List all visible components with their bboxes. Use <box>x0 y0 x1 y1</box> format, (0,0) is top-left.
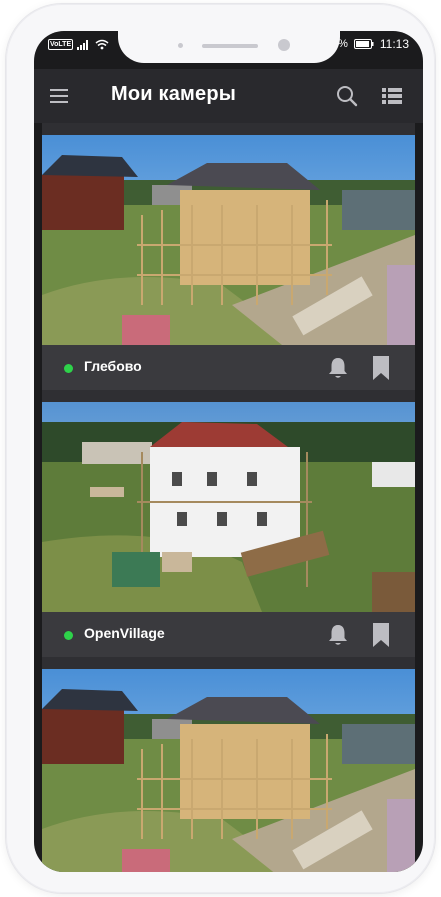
camera-card[interactable] <box>42 657 415 872</box>
signal-icon <box>77 39 89 50</box>
menu-icon[interactable] <box>48 86 70 106</box>
camera-name[interactable]: Глебово <box>84 358 142 374</box>
app-screen: VoLTE % 11:13 Мои камеры Глебово OpenVil… <box>34 31 423 872</box>
camera-snapshot[interactable] <box>42 135 415 345</box>
online-status-dot <box>64 631 73 640</box>
bell-icon[interactable] <box>327 623 349 647</box>
camera-card-footer: OpenVillage <box>42 612 415 658</box>
status-left: VoLTE <box>48 39 109 50</box>
camera-snapshot[interactable] <box>42 669 415 872</box>
construction-site-image <box>42 135 415 345</box>
construction-site-image <box>42 402 415 612</box>
phone-frame: VoLTE % 11:13 Мои камеры Глебово OpenVil… <box>6 4 435 893</box>
front-camera <box>278 39 290 51</box>
camera-card[interactable]: Глебово <box>42 123 415 391</box>
list-view-icon[interactable] <box>381 86 403 106</box>
online-status-dot <box>64 364 73 373</box>
camera-name[interactable]: OpenVillage <box>84 625 165 641</box>
battery-icon <box>353 39 374 49</box>
camera-card-footer: Глебово <box>42 345 415 391</box>
status-time: 11:13 <box>379 37 409 51</box>
search-icon[interactable] <box>335 84 359 108</box>
sensor-dot <box>178 43 183 48</box>
camera-card[interactable]: OpenVillage <box>42 390 415 658</box>
camera-feed-list: Глебово OpenVillage <box>34 123 423 872</box>
bookmark-icon[interactable] <box>373 623 389 647</box>
bookmark-icon[interactable] <box>373 356 389 380</box>
bell-icon[interactable] <box>327 356 349 380</box>
phone-notch <box>118 31 340 63</box>
network-badge: VoLTE <box>48 39 74 50</box>
app-bar: Мои камеры <box>34 69 423 123</box>
page-title: Мои камеры <box>111 83 237 105</box>
status-right: % 11:13 <box>338 37 409 51</box>
construction-site-image <box>42 669 415 872</box>
wifi-icon <box>95 39 109 50</box>
earpiece-speaker <box>202 44 258 48</box>
camera-snapshot[interactable] <box>42 402 415 612</box>
